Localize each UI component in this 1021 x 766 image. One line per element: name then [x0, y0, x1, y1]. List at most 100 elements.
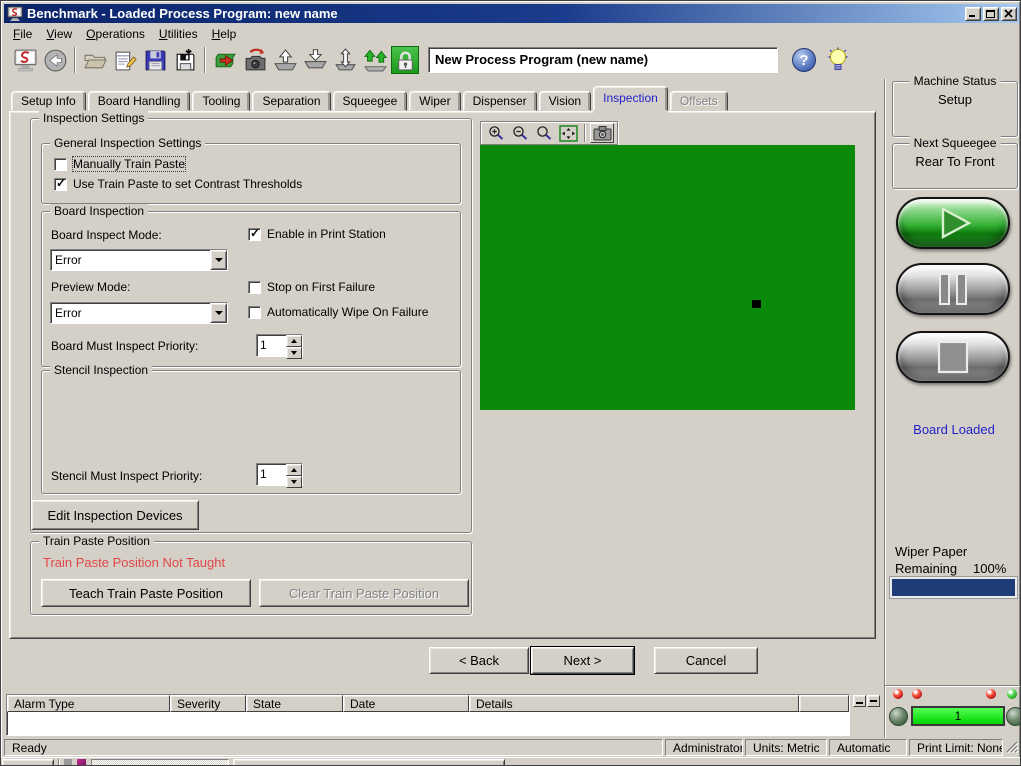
stop-cycle-button[interactable]	[896, 331, 1010, 383]
zoom-icon	[535, 125, 554, 142]
menu-view[interactable]: View	[39, 25, 79, 43]
preview-mode-select[interactable]: Error	[50, 302, 228, 324]
teach-train-paste-button[interactable]: Teach Train Paste Position	[41, 579, 251, 607]
chevron-down-icon	[215, 258, 223, 266]
back-arrow-icon	[43, 48, 68, 73]
machine-status-group: Machine Status Setup	[892, 81, 1018, 137]
back-wizard-button[interactable]: < Back	[429, 647, 529, 674]
spin-up-button[interactable]	[286, 464, 302, 476]
stencil-priority-spinner[interactable]: 1	[256, 463, 303, 486]
save-program-as-button[interactable]	[170, 45, 200, 75]
edit-program-button[interactable]	[110, 45, 140, 75]
spin-down-button[interactable]	[286, 476, 302, 488]
stencil-priority-label: Stencil Must Inspect Priority:	[51, 469, 202, 483]
save-program-button[interactable]	[140, 45, 170, 75]
checkbox-label: Use Train Paste to set Contrast Threshol…	[73, 177, 302, 191]
board-priority-spinner[interactable]: 1	[256, 334, 303, 357]
help-icon[interactable]: ?	[792, 48, 816, 72]
checkbox-stop-on-first-failure[interactable]: Stop on First Failure	[248, 280, 375, 294]
tab-tooling[interactable]: Tooling	[192, 91, 250, 111]
alarm-panel-minimize-button[interactable]	[853, 695, 866, 707]
quicklaunch-icon-magenta[interactable]	[77, 759, 86, 766]
zoom-out-button[interactable]	[508, 123, 532, 143]
app-icon	[7, 6, 23, 21]
maximize-icon	[986, 9, 996, 18]
resize-grip[interactable]	[1005, 739, 1019, 756]
maximize-button[interactable]	[983, 7, 999, 21]
board-raise-lower-button[interactable]	[330, 45, 360, 75]
tab-dispenser[interactable]: Dispenser	[463, 91, 537, 111]
column-header-date[interactable]: Date	[343, 695, 469, 712]
board-raise-lower-icon	[333, 48, 358, 73]
board-down-icon	[303, 48, 328, 73]
alarm-table[interactable]: Alarm Type Severity State Date Details	[6, 694, 850, 736]
machine-led-panel: 1	[884, 685, 1021, 738]
minimize-button[interactable]	[965, 7, 981, 21]
back-button[interactable]	[40, 45, 70, 75]
cancel-wizard-button[interactable]: Cancel	[654, 647, 758, 674]
zoom-select-button[interactable]	[532, 123, 556, 143]
alarm-panel-restore-button[interactable]	[867, 695, 880, 707]
column-header-state[interactable]: State	[246, 695, 343, 712]
checkbox-box[interactable]	[248, 228, 261, 241]
spin-down-button[interactable]	[286, 347, 302, 359]
pause-cycle-button[interactable]	[896, 263, 1010, 315]
menu-help[interactable]: Help	[205, 25, 244, 43]
tab-squeegee[interactable]: Squeegee	[333, 91, 408, 111]
snapshot-button[interactable]	[590, 123, 614, 143]
start-button-sliver[interactable]	[2, 759, 54, 766]
taskbar-button-active[interactable]	[91, 759, 229, 766]
checkbox-enable-in-print-station[interactable]: Enable in Print Station	[248, 227, 386, 241]
next-wizard-button[interactable]: Next >	[531, 647, 634, 674]
checkbox-manually-train-paste[interactable]: Manually Train Paste	[54, 157, 185, 171]
taskbar-button[interactable]	[233, 759, 505, 766]
close-button[interactable]	[1001, 7, 1017, 21]
right-knob-button[interactable]	[1006, 707, 1021, 726]
checkbox-box[interactable]	[54, 178, 67, 191]
open-program-button[interactable]	[80, 45, 110, 75]
tab-inspection[interactable]: Inspection	[593, 86, 668, 111]
quicklaunch-icon[interactable]	[64, 759, 72, 766]
camera-view[interactable]	[480, 145, 855, 410]
statusbar: Ready Administrator Units: Metric Automa…	[3, 739, 1020, 756]
checkbox-auto-wipe-on-failure[interactable]: Automatically Wipe On Failure	[248, 305, 428, 319]
dropdown-button[interactable]	[210, 250, 227, 270]
menu-utilities[interactable]: Utilities	[152, 25, 205, 43]
column-header-severity[interactable]: Severity	[170, 695, 246, 712]
left-knob-button[interactable]	[889, 707, 908, 726]
column-header-alarm-type[interactable]: Alarm Type	[7, 695, 170, 712]
board-down-button[interactable]	[300, 45, 330, 75]
camera-capture-button[interactable]	[240, 45, 270, 75]
checkbox-use-train-paste[interactable]: Use Train Paste to set Contrast Threshol…	[54, 177, 302, 191]
column-header-details[interactable]: Details	[469, 695, 799, 712]
tab-vision[interactable]: Vision	[539, 91, 591, 111]
board-up-button[interactable]	[270, 45, 300, 75]
tab-setup-info[interactable]: Setup Info	[11, 91, 86, 111]
dropdown-button[interactable]	[210, 303, 227, 323]
zoom-in-button[interactable]	[484, 123, 508, 143]
setup-lift-button[interactable]	[360, 45, 390, 75]
benchmark-home-button[interactable]	[10, 45, 40, 75]
menu-file[interactable]: File	[6, 25, 39, 43]
titlebar[interactable]: Benchmark - Loaded Process Program: new …	[4, 4, 1019, 23]
board-inspect-mode-select[interactable]: Error	[50, 249, 228, 271]
checkbox-box[interactable]	[248, 281, 261, 294]
checkbox-box[interactable]	[54, 158, 67, 171]
checkbox-box[interactable]	[248, 306, 261, 319]
fit-view-icon	[559, 125, 578, 142]
spin-up-button[interactable]	[286, 335, 302, 347]
menu-operations[interactable]: Operations	[79, 25, 152, 43]
tab-separation[interactable]: Separation	[252, 91, 330, 111]
program-name-field[interactable]: New Process Program (new name)	[428, 47, 778, 73]
fit-view-button[interactable]	[556, 123, 580, 143]
start-cycle-button[interactable]	[896, 197, 1010, 249]
interlock-lock-button[interactable]	[391, 46, 419, 74]
close-icon	[1004, 9, 1014, 18]
hint-lightbulb-icon[interactable]	[828, 47, 848, 73]
train-paste-status-text: Train Paste Position Not Taught	[43, 555, 225, 570]
snapshot-camera-icon	[593, 125, 612, 141]
tab-board-handling[interactable]: Board Handling	[88, 91, 191, 111]
edit-inspection-devices-button[interactable]: Edit Inspection Devices	[31, 500, 199, 530]
tab-wiper[interactable]: Wiper	[409, 91, 460, 111]
load-board-button[interactable]	[210, 45, 240, 75]
